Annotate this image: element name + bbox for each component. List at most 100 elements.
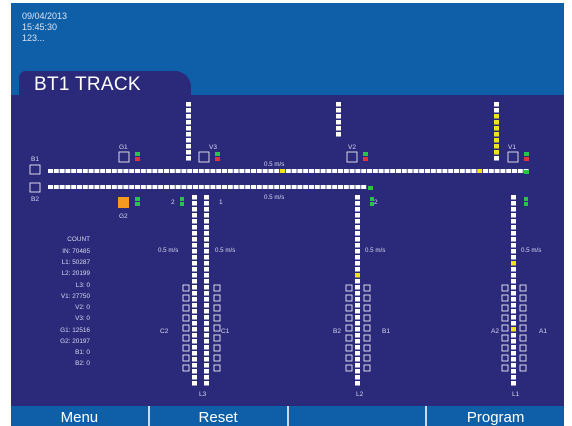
lane-l3-left-cell [192, 213, 197, 218]
main-conveyor-top-cell [77, 169, 82, 173]
lane-l3-right-cell [204, 225, 209, 230]
lane-l1-marker [501, 334, 509, 342]
main-conveyor-top-cell [274, 169, 280, 173]
lane-l2-cell [355, 237, 360, 242]
feeder-v3-cell [186, 132, 191, 137]
footer-bar: Menu Reset Program [11, 406, 564, 426]
main-conveyor-bottom-cell [193, 185, 198, 189]
gate-g2-signal-green [135, 197, 140, 201]
branch-number-2a: 2 [171, 199, 175, 206]
lane-l2-cell [355, 285, 360, 290]
main-conveyor-top-cell [401, 169, 407, 173]
lane-l1-cell [511, 363, 516, 368]
main-conveyor-top-cell [512, 169, 517, 173]
main-conveyor-bottom-cell [274, 185, 280, 189]
lane-l2-cell [355, 381, 360, 386]
lane-l1-cell [511, 285, 516, 290]
reset-button[interactable]: Reset [150, 406, 289, 426]
blank-button[interactable] [289, 406, 428, 426]
main-conveyor-top-cell [314, 169, 320, 173]
lane-l2-cell [355, 279, 360, 284]
valve-v2-signal-green [363, 152, 368, 156]
lane-l3-right-cell [204, 339, 209, 344]
lane-l3-right-cell [204, 333, 209, 338]
lane-l2-cell [355, 207, 360, 212]
lane-l2-marker [363, 324, 371, 332]
main-conveyor-top-cell [256, 169, 262, 173]
valve-label-v1: V1 [508, 144, 516, 151]
lane-l2-cell [355, 249, 360, 254]
lane-l2-cell [355, 291, 360, 296]
program-button[interactable]: Program [427, 406, 564, 426]
lane-l3-marker [213, 364, 221, 372]
main-conveyor-bottom-cell [198, 185, 204, 189]
main-conveyor-top-cell [494, 169, 500, 173]
feeder-v1-cell [494, 150, 499, 155]
main-conveyor-bottom-cell [77, 185, 82, 189]
gate-label-g2: G2 [119, 213, 128, 220]
main-conveyor-bottom-cell [326, 185, 332, 189]
lane-l2-marker [345, 304, 353, 312]
main-conveyor-top-cell [285, 169, 291, 173]
lane-l1-cell [511, 291, 516, 296]
lane-l3-right-cell [204, 309, 209, 314]
line-label-l1: L1 [512, 391, 520, 398]
lane-l1-cell [511, 267, 516, 272]
main-conveyor-bottom-cell [88, 185, 94, 189]
main-conveyor-bottom-cell [268, 185, 274, 189]
main-conveyor-top-cell [227, 169, 233, 173]
speed-main-top: 0.5 m/s [264, 161, 284, 168]
main-conveyor-top-cell [222, 169, 227, 173]
lane-l3-left-cell [192, 333, 197, 338]
main-conveyor-top-cell [100, 169, 106, 173]
lane-l3-left-cell [192, 309, 197, 314]
lane-l2-cell [355, 309, 360, 314]
lane-l3-right-cell [204, 363, 209, 368]
lane-l2-cell [355, 369, 360, 374]
lane-l2-cell [355, 195, 360, 200]
lane-l1-marker [501, 294, 509, 302]
lane-l3-right-cell [204, 255, 209, 260]
branch-signal-green [180, 202, 184, 206]
main-conveyor-bottom-cell [59, 185, 65, 189]
main-conveyor-bottom-cell [239, 185, 245, 189]
lane-l1-marker [501, 324, 509, 332]
main-conveyor-top-cell [193, 169, 198, 173]
lane-l3-marker [182, 314, 190, 322]
main-conveyor-bottom-cell [280, 185, 285, 189]
lane-l2-marker [345, 334, 353, 342]
main-conveyor-top-cell [517, 169, 523, 173]
lane-l3-left-cell [192, 351, 197, 356]
lane-l1-cell [511, 309, 516, 314]
main-conveyor-bottom-cell [297, 185, 303, 189]
lane-l2-cell [355, 315, 360, 320]
main-conveyor-bottom-cell [187, 185, 193, 189]
lane-l3-marker [213, 304, 221, 312]
lane-l3-marker [182, 334, 190, 342]
lane-l1-cell [511, 279, 516, 284]
main-conveyor-bottom-cell [140, 185, 146, 189]
feeder-v1-cell [494, 108, 499, 113]
main-conveyor-top-cell [262, 169, 268, 173]
main-conveyor-top-cell [483, 169, 488, 173]
main-conveyor-bottom-cell [210, 185, 216, 189]
main-conveyor-top-cell [140, 169, 146, 173]
lane-l1-cell [511, 375, 516, 380]
branch-signal-green [180, 197, 184, 201]
lane-l1-marker [519, 354, 527, 362]
feeder-v1-cell [494, 138, 499, 143]
main-conveyor-bottom-cell [291, 185, 297, 189]
menu-button[interactable]: Menu [11, 406, 150, 426]
main-conveyor-top-cell [71, 169, 77, 173]
feeder-v1-cell [494, 144, 499, 149]
lane-l3-right-cell [204, 207, 209, 212]
lane-l2-cell [355, 321, 360, 326]
lane-l3-marker [213, 324, 221, 332]
lane-l1-cell [511, 315, 516, 320]
feeder-v3-cell [186, 102, 191, 107]
lane-l1-cell [511, 333, 516, 338]
lane-l2-cell [355, 243, 360, 248]
valve-v3-signal-red [215, 157, 220, 161]
lane-l1-cell [511, 201, 516, 206]
lane-l2-marker [345, 314, 353, 322]
